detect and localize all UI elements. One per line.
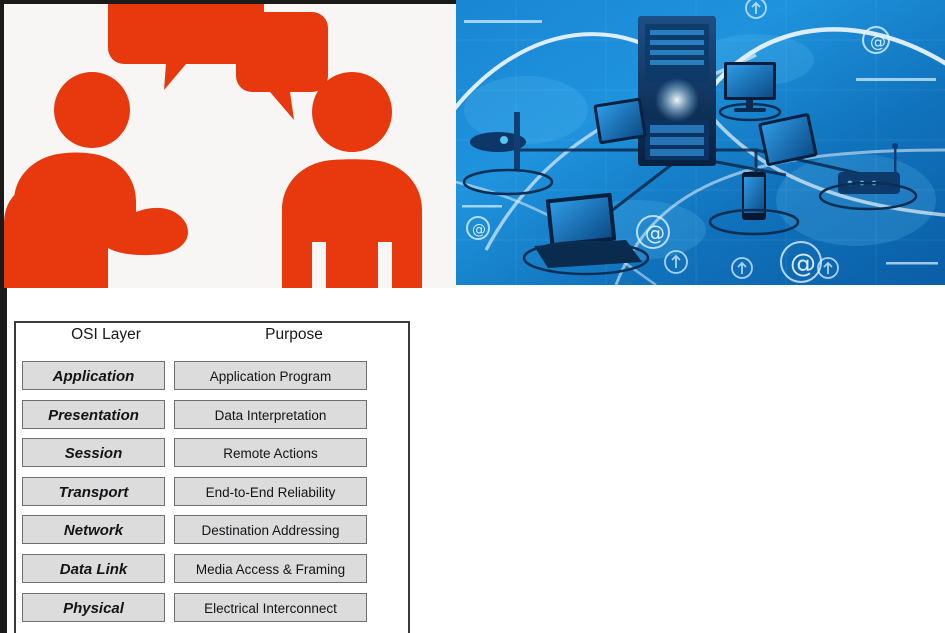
- osi-purpose-cell: Data Interpretation: [174, 399, 367, 429]
- table-row: Data Link Media Access & Framing: [0, 553, 410, 593]
- osi-table-header: OSI Layer Purpose: [14, 326, 410, 356]
- osi-layer-cell: Network: [22, 515, 165, 545]
- svg-text:@: @: [645, 221, 665, 245]
- top-image-band: @ @ @ @: [0, 0, 945, 290]
- osi-purpose-cell: Destination Addressing: [174, 515, 367, 545]
- table-row: Application Application Program: [0, 361, 410, 400]
- osi-table-rows: Application Application Program Presenta…: [0, 361, 410, 631]
- osi-layer-cell: Session: [22, 438, 165, 468]
- osi-purpose-cell: Application Program: [174, 361, 367, 390]
- osi-header-purpose: Purpose: [265, 326, 323, 343]
- osi-layer-cell: Transport: [22, 476, 165, 506]
- svg-text:@: @: [870, 32, 886, 51]
- osi-purpose-cell: Electrical Interconnect: [174, 592, 367, 622]
- table-row: Network Destination Addressing: [0, 515, 410, 554]
- table-row: Session Remote Actions: [0, 438, 410, 477]
- svg-text:@: @: [472, 222, 486, 238]
- slide-canvas: @ @ @ @ OSI Layer Purpose Application Ap…: [0, 0, 945, 633]
- conversation-layers-diagram: Content Layer Where is the café? Convers…: [383, 576, 945, 633]
- svg-text:@: @: [790, 249, 816, 279]
- osi-purpose-cell: Remote Actions: [174, 438, 367, 468]
- osi-header-layer: OSI Layer: [71, 326, 141, 343]
- table-row: Presentation Data Interpretation: [0, 399, 410, 439]
- osi-layer-cell: Data Link: [22, 553, 165, 583]
- table-row: Physical Electrical Interconnect: [0, 592, 410, 632]
- lower-diagram-area: OSI Layer Purpose Application Applicatio…: [0, 288, 945, 633]
- table-row: Transport End-to-End Reliability: [0, 476, 410, 516]
- osi-layer-cell: Application: [22, 361, 165, 390]
- network-photo-graphic: @ @ @ @: [456, 0, 945, 285]
- osi-purpose-cell: End-to-End Reliability: [174, 476, 367, 506]
- osi-layer-cell: Physical: [22, 592, 165, 622]
- network-devices-photo: @ @ @ @: [456, 0, 945, 285]
- osi-layer-cell: Presentation: [22, 399, 165, 429]
- two-people-talking-icon: [4, 4, 456, 288]
- conversation-illustration-panel: [0, 0, 456, 288]
- osi-purpose-cell: Media Access & Framing: [174, 553, 367, 583]
